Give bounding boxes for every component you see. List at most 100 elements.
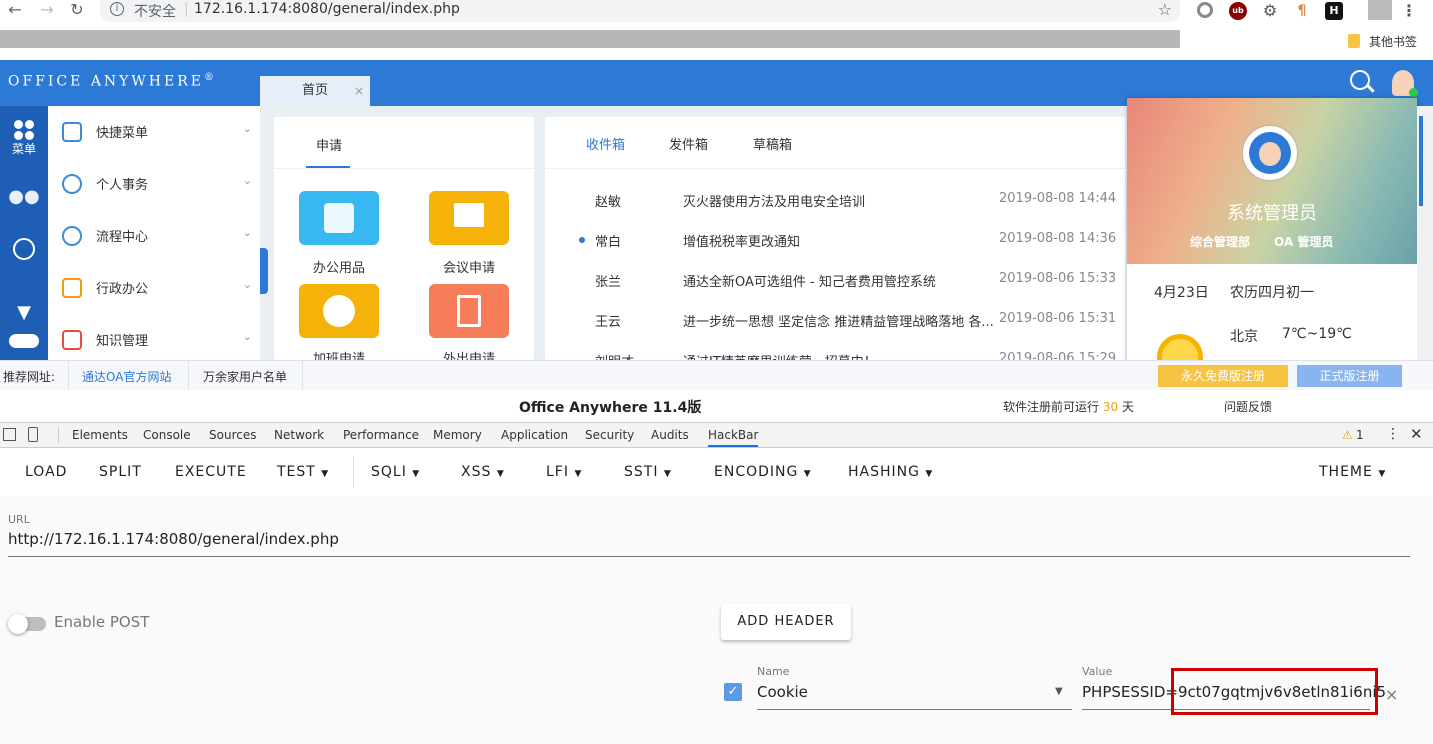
test-button[interactable]: TEST ▼: [277, 464, 329, 480]
enable-post-toggle[interactable]: [8, 614, 46, 634]
back-arrow-icon[interactable]: ←: [4, 0, 26, 20]
devtools-tab-audits[interactable]: Audits: [651, 428, 689, 442]
add-header-button[interactable]: ADD HEADER: [721, 604, 851, 640]
message-icon[interactable]: [0, 238, 48, 260]
browser-menu-icon[interactable]: ⋮: [1400, 2, 1418, 20]
sqli-label: SQLI: [371, 464, 407, 480]
rail-item-menu[interactable]: 菜单: [0, 120, 48, 157]
warning-icon[interactable]: ⚠: [1342, 428, 1353, 442]
free-register-button[interactable]: 永久免费版注册: [1158, 365, 1288, 387]
mail-row[interactable]: 常白 增值税税率更改通知 2019-08-08 14:36: [545, 219, 1125, 259]
url-text[interactable]: 172.16.1.174:8080/general/index.php: [194, 1, 460, 17]
load-button[interactable]: LOAD: [25, 464, 67, 480]
office-supplies-tile[interactable]: [299, 191, 379, 245]
devtools-tab-network[interactable]: Network: [274, 428, 324, 442]
caret-down-icon: ▼: [321, 469, 330, 479]
tab-sent[interactable]: 发件箱: [669, 134, 708, 153]
inspect-icon[interactable]: [3, 428, 16, 441]
sqli-button[interactable]: SQLI ▼: [371, 464, 420, 480]
address-bar[interactable]: i 不安全 | 172.16.1.174:8080/general/index.…: [100, 0, 1180, 22]
mail-time: 2019-08-08 14:36: [999, 231, 1117, 246]
menu-item-workflow[interactable]: 流程中心 ⌄: [48, 210, 260, 262]
mail-row[interactable]: 赵敏 灭火器使用方法及用电安全培训 2019-08-08 14:44: [545, 179, 1125, 219]
meeting-tile[interactable]: [429, 191, 509, 245]
ssti-button[interactable]: SSTI ▼: [624, 464, 672, 480]
device-toolbar-icon[interactable]: [28, 427, 38, 442]
profile-avatar-icon[interactable]: [1368, 0, 1392, 20]
mail-row[interactable]: 张兰 通达全新OA可选组件 - 知己者费用管控系统 2019-08-06 15:33: [545, 259, 1125, 299]
execute-button[interactable]: EXECUTE: [175, 464, 247, 480]
tab-drafts[interactable]: 草稿箱: [753, 134, 792, 153]
close-icon[interactable]: ×: [354, 76, 364, 106]
menu-item-shortcuts[interactable]: 快捷菜单 ⌄: [48, 106, 260, 158]
caret-down-icon[interactable]: ▼: [1055, 686, 1063, 697]
ublock-icon[interactable]: ub: [1229, 2, 1247, 20]
xss-button[interactable]: XSS ▼: [461, 464, 505, 480]
split-button[interactable]: SPLIT: [99, 464, 142, 480]
profile-avatar[interactable]: [1243, 126, 1297, 180]
remove-header-icon[interactable]: ×: [1385, 685, 1398, 704]
shirt-icon[interactable]: ▼: [0, 302, 48, 323]
menu-item-knowledge[interactable]: 知识管理 ⌄: [48, 314, 260, 366]
menu-collapse-handle[interactable]: [260, 248, 268, 294]
devtools-menu-icon[interactable]: ⋮: [1386, 426, 1400, 442]
weather-temp: 7℃~19℃: [1282, 326, 1352, 342]
menu-item-personal[interactable]: 个人事务 ⌄: [48, 158, 260, 210]
devtools-tab-security[interactable]: Security: [585, 428, 634, 442]
official-register-button[interactable]: 正式版注册: [1297, 365, 1402, 387]
weather-city: 北京: [1230, 329, 1258, 345]
tab-home[interactable]: 首页 ×: [260, 76, 370, 106]
moon-icon: [323, 295, 355, 327]
theme-button[interactable]: THEME ▼: [1319, 464, 1386, 480]
oa-footer: 推荐网址: 通达OA官方网站 万余家用户名单 永久免费版注册 正式版注册: [0, 360, 1433, 391]
people-icon[interactable]: ●●: [0, 186, 48, 207]
more-icon[interactable]: [0, 334, 48, 348]
url-field[interactable]: http://172.16.1.174:8080/general/index.p…: [8, 530, 339, 548]
scrollbar-thumb[interactable]: [1419, 116, 1423, 206]
reload-icon[interactable]: ↻: [66, 0, 88, 20]
header-name-field[interactable]: Cookie: [757, 683, 808, 701]
devtools-tab-hackbar[interactable]: HackBar: [708, 428, 759, 447]
users-list-link[interactable]: 万余家用户名单: [203, 368, 287, 385]
tab-apply[interactable]: 申请: [316, 135, 342, 154]
caret-down-icon: ▼: [925, 469, 934, 479]
hashing-button[interactable]: HASHING ▼: [848, 464, 933, 480]
overtime-tile[interactable]: [299, 284, 379, 338]
extension-circle-icon[interactable]: [1197, 2, 1213, 18]
mail-row[interactable]: 刘明才 通过IT精英磨思训练营，招募中！ 2019-08-06 15:29: [545, 339, 1125, 360]
hackbar-extension-icon[interactable]: H: [1325, 2, 1343, 20]
menu-item-label: 个人事务: [96, 178, 149, 193]
devtools-tab-sources[interactable]: Sources: [209, 428, 256, 442]
menu-item-admin[interactable]: 行政办公 ⌄: [48, 262, 260, 314]
info-icon[interactable]: i: [110, 2, 124, 16]
divider: [68, 361, 69, 391]
profile-name: 系统管理员: [1227, 203, 1317, 224]
mail-time: 2019-08-08 14:44: [999, 191, 1117, 206]
devtools-tab-application[interactable]: Application: [501, 428, 568, 442]
paragraph-extension-icon[interactable]: ¶: [1293, 2, 1311, 20]
devtools-tab-memory[interactable]: Memory: [433, 428, 482, 442]
encoding-button[interactable]: ENCODING ▼: [714, 464, 812, 480]
caret-down-icon: ▼: [574, 469, 583, 479]
lfi-button[interactable]: LFI ▼: [546, 464, 582, 480]
book-icon: [62, 330, 82, 350]
other-bookmarks[interactable]: 其他书签: [1369, 33, 1417, 50]
tab-home-label: 首页: [301, 83, 328, 98]
bookmark-star-icon[interactable]: ☆: [1158, 0, 1172, 19]
devtools-tab-performance[interactable]: Performance: [343, 428, 419, 442]
gear-extension-icon[interactable]: ⚙: [1261, 2, 1279, 20]
office-supplies-label: 办公用品: [312, 261, 365, 276]
close-devtools-icon[interactable]: ✕: [1410, 425, 1423, 443]
oa-logo-text: Office Anywhere: [8, 73, 204, 90]
devtools-tab-console[interactable]: Console: [143, 428, 191, 442]
forward-arrow-icon[interactable]: →: [36, 0, 58, 20]
mail-row[interactable]: 王云 进一步统一思想 坚定信念 推进精益管理战略落地 各... 2019-08-06…: [545, 299, 1125, 339]
devtools-tab-elements[interactable]: Elements: [72, 428, 128, 442]
scrollbar[interactable]: [1417, 106, 1433, 360]
official-site-link[interactable]: 通达OA官方网站: [82, 368, 171, 385]
outing-tile[interactable]: [429, 284, 509, 338]
tab-inbox[interactable]: 收件箱: [586, 134, 625, 153]
header-enabled-checkbox[interactable]: ✓: [724, 683, 742, 701]
url-field-underline: [8, 556, 1410, 557]
feedback-link[interactable]: 问题反馈: [1224, 398, 1272, 415]
